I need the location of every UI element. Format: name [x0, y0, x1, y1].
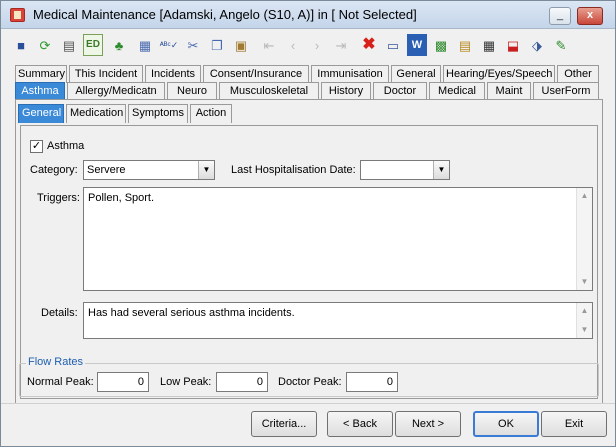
exit-button[interactable]: Exit	[541, 411, 607, 437]
details-scrollbar[interactable]: ▲ ▼	[576, 303, 592, 338]
tree-icon[interactable]: ♣	[109, 34, 129, 56]
last-hosp-label: Last Hospitalisation Date:	[231, 164, 356, 176]
tab-this-incident[interactable]: This Incident	[69, 65, 143, 83]
triggers-label: Triggers:	[37, 192, 80, 204]
triggers-textarea[interactable]: Pollen, Sport. ▲ ▼	[83, 187, 593, 291]
asthma-panel: General Medication Symptoms Action ✓ Ast…	[15, 99, 603, 404]
category-label: Category:	[30, 164, 78, 176]
minimize-button[interactable]: _	[549, 7, 571, 25]
doctor-peak-input[interactable]: 0	[346, 372, 398, 392]
app-icon	[10, 8, 25, 22]
tab-userform[interactable]: UserForm	[533, 82, 599, 100]
criteria-button[interactable]: Criteria...	[251, 411, 317, 437]
scroll-down-icon[interactable]: ▼	[577, 274, 592, 290]
card-icon[interactable]: ▭	[383, 34, 403, 56]
cut-icon[interactable]: ✂	[183, 34, 203, 56]
tab-immunisation[interactable]: Immunisation	[311, 65, 389, 83]
copy-icon[interactable]: ❐	[207, 34, 227, 56]
medical-maintenance-window: Medical Maintenance [Adamski, Angelo (S1…	[0, 0, 616, 447]
subtab-action[interactable]: Action	[190, 104, 232, 123]
tag-icon[interactable]: ⬗	[527, 34, 547, 56]
spellcheck-icon[interactable]: ᴬᴮᶜ✓	[159, 34, 179, 56]
tab-medical[interactable]: Medical	[429, 82, 485, 100]
tab-doctor[interactable]: Doctor	[373, 82, 427, 100]
chevron-down-icon[interactable]: ▼	[198, 161, 214, 179]
back-button[interactable]: < Back	[327, 411, 393, 437]
tab-summary[interactable]: Summary	[15, 65, 67, 83]
triggers-scrollbar[interactable]: ▲ ▼	[576, 188, 592, 290]
subtab-general[interactable]: General	[18, 104, 64, 123]
tab-hearing-eyes-speech[interactable]: Hearing/Eyes/Speech	[443, 65, 555, 83]
word-icon[interactable]: W	[407, 34, 427, 56]
next-icon[interactable]: ›	[307, 34, 327, 56]
window-title: Medical Maintenance [Adamski, Angelo (S1…	[33, 7, 417, 22]
refresh-icon[interactable]: ⟳	[35, 34, 55, 56]
grid-icon[interactable]: ▩	[431, 34, 451, 56]
low-peak-label: Low Peak:	[160, 376, 212, 388]
flow-rates-group: Flow Rates Normal Peak: 0 Low Peak: 0 Do…	[19, 356, 599, 397]
tab-history[interactable]: History	[321, 82, 371, 100]
asthma-label: Asthma	[47, 140, 85, 152]
category-value: Servere	[87, 164, 126, 176]
scroll-up-icon[interactable]: ▲	[577, 188, 592, 204]
flow-rates-title: Flow Rates	[26, 356, 86, 368]
pin-icon[interactable]: ⬓	[503, 34, 523, 56]
category-select[interactable]: Servere ▼	[83, 160, 215, 180]
paste-icon[interactable]: ▣	[231, 34, 251, 56]
divider	[1, 403, 615, 404]
note-icon[interactable]: ▤	[455, 34, 475, 56]
asthma-checkbox[interactable]: ✓	[30, 140, 43, 153]
doctor-peak-label: Doctor Peak:	[278, 376, 342, 388]
tab-asthma[interactable]: Asthma	[15, 82, 65, 100]
tab-incidents[interactable]: Incidents	[145, 65, 201, 83]
details-textarea[interactable]: Has had several serious asthma incidents…	[83, 302, 593, 339]
edit-note-icon[interactable]: ✎	[551, 34, 571, 56]
tab-maint[interactable]: Maint	[487, 82, 531, 100]
subtab-medication[interactable]: Medication	[66, 104, 126, 123]
toolbar: ■ ⟳ ▤ ED ♣ ▦ ᴬᴮᶜ✓ ✂ ❐ ▣ ⇤ ‹ › ⇥ ✖ ▭ W ▩ …	[11, 34, 601, 58]
details-text: Has had several serious asthma incidents…	[88, 307, 295, 319]
save-icon[interactable]: ■	[11, 34, 31, 56]
last-icon[interactable]: ⇥	[331, 34, 351, 56]
print-icon[interactable]: ▤	[59, 34, 79, 56]
first-icon[interactable]: ⇤	[259, 34, 279, 56]
next-button[interactable]: Next >	[395, 411, 461, 437]
general-form: ✓ Asthma Category: Servere ▼ Last Hospit…	[20, 125, 598, 399]
prev-icon[interactable]: ‹	[283, 34, 303, 56]
low-peak-input[interactable]: 0	[216, 372, 268, 392]
tab-allergy-medication[interactable]: Allergy/Medicatn	[67, 82, 165, 100]
title-bar[interactable]: Medical Maintenance [Adamski, Angelo (S1…	[1, 1, 615, 29]
tab-general[interactable]: General	[391, 65, 441, 83]
tab-row-2: Asthma Allergy/Medicatn Neuro Musculoske…	[15, 82, 603, 100]
scroll-up-icon[interactable]: ▲	[577, 303, 592, 319]
tab-row-1: Summary This Incident Incidents Consent/…	[15, 65, 603, 83]
tab-consent-insurance[interactable]: Consent/Insurance	[203, 65, 309, 83]
last-hosp-date-select[interactable]: ▼	[360, 160, 450, 180]
chevron-down-icon[interactable]: ▼	[433, 161, 449, 179]
calculator-icon[interactable]: ▦	[135, 34, 155, 56]
delete-icon[interactable]: ✖	[359, 34, 379, 56]
triggers-text: Pollen, Sport.	[88, 192, 155, 204]
edit-icon[interactable]: ED	[83, 34, 103, 56]
tab-musculoskeletal[interactable]: Musculoskeletal	[219, 82, 319, 100]
normal-peak-label: Normal Peak:	[27, 376, 94, 388]
scroll-down-icon[interactable]: ▼	[577, 322, 592, 338]
close-button[interactable]: x	[577, 7, 603, 25]
film-icon[interactable]: ▦	[479, 34, 499, 56]
tab-neuro[interactable]: Neuro	[167, 82, 217, 100]
subtab-symptoms[interactable]: Symptoms	[128, 104, 188, 123]
ok-button[interactable]: OK	[473, 411, 539, 437]
details-label: Details:	[41, 307, 78, 319]
tab-other[interactable]: Other	[557, 65, 599, 83]
normal-peak-input[interactable]: 0	[97, 372, 149, 392]
